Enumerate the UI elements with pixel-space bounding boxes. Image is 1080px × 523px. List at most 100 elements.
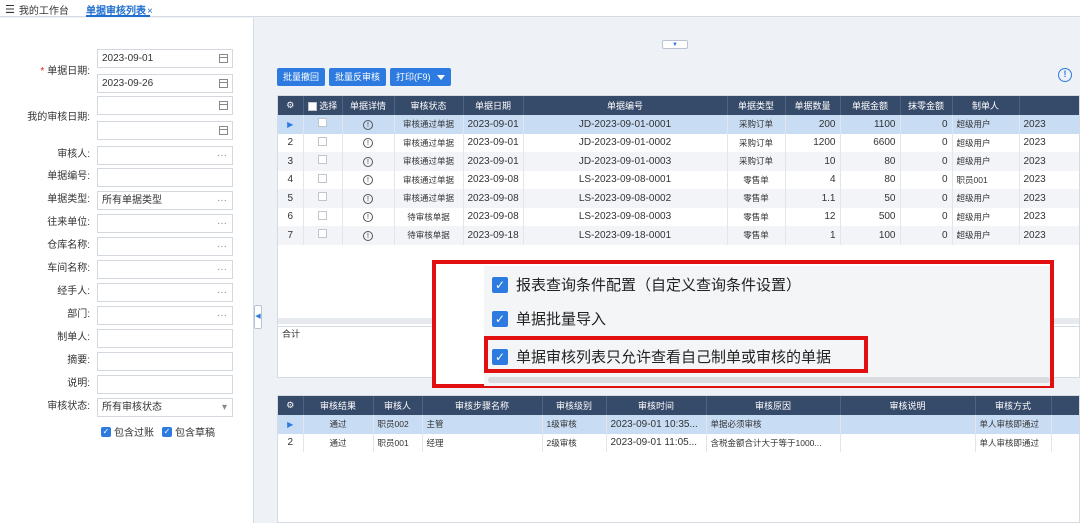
- home-tab[interactable]: ☰ 我的工作台: [5, 2, 69, 17]
- table-row[interactable]: 2! 审核通过单据 2023-09-01 JD-2023-09-01-0002 采购订单…: [278, 133, 1079, 152]
- cell-qty: 1.1: [785, 189, 841, 208]
- row-number: 6: [278, 207, 304, 226]
- checkbox-checked-icon[interactable]: ✓: [492, 276, 508, 293]
- warehouse-input[interactable]: ···: [97, 237, 233, 256]
- my-audit-date-to-input[interactable]: [97, 121, 233, 140]
- grid-settings-header[interactable]: ⚙: [278, 96, 304, 115]
- result-header[interactable]: 审核结果: [303, 396, 374, 415]
- doc-date-to-input[interactable]: 2023-09-26: [97, 74, 233, 93]
- detail-icon[interactable]: !: [342, 152, 395, 171]
- row-select-checkbox[interactable]: [303, 133, 343, 152]
- table-row[interactable]: ▶ 通过 职员002 主管 1级审核 2023-09-01 10:35... 单据必须审核 单…: [278, 415, 1079, 434]
- table-row[interactable]: 6! 待审核单据 2023-09-08 LS-2023-09-08-0003 零售单 12…: [278, 207, 1079, 226]
- cell-date: 2023-09-08: [463, 170, 524, 189]
- calendar-icon[interactable]: [219, 101, 228, 110]
- select-header[interactable]: 选择: [303, 96, 343, 115]
- detail-header[interactable]: 单据详情: [342, 96, 395, 115]
- detail-icon[interactable]: !: [342, 189, 395, 208]
- status-header[interactable]: 审核状态: [394, 96, 464, 115]
- cell-amount: 6600: [840, 133, 901, 152]
- amount-header[interactable]: 单据金额: [840, 96, 901, 115]
- summary-input[interactable]: [97, 352, 233, 371]
- expand-toggle[interactable]: ▼: [662, 40, 688, 49]
- code-header[interactable]: 单据编号: [523, 96, 728, 115]
- doc-type-input[interactable]: 所有单据类型 ···: [97, 191, 233, 210]
- row-select-checkbox[interactable]: [303, 170, 343, 189]
- workshop-input[interactable]: ···: [97, 260, 233, 279]
- table-row[interactable]: 5! 审核通过单据 2023-09-08 LS-2023-09-08-0002 零售单 1…: [278, 189, 1079, 208]
- caret-down-icon: [436, 75, 445, 81]
- batch-revoke-button[interactable]: 批量撤回: [277, 68, 326, 86]
- row-number: 3: [278, 152, 304, 171]
- round-header[interactable]: 抹零金额: [900, 96, 953, 115]
- menu-icon[interactable]: ☰: [5, 3, 15, 16]
- include-draft-checkbox[interactable]: ✓: [162, 426, 172, 437]
- cell-round: 0: [900, 189, 953, 208]
- row-select-checkbox[interactable]: [303, 115, 343, 134]
- auditor-input[interactable]: ···: [97, 146, 233, 165]
- handler-input[interactable]: ···: [97, 283, 233, 302]
- more-icon[interactable]: ···: [217, 147, 227, 164]
- time-header[interactable]: 审核时间: [606, 396, 707, 415]
- option-report-query-config[interactable]: ✓ 报表查询条件配置（自定义查询条件设置）: [492, 274, 801, 295]
- maker-input[interactable]: [97, 329, 233, 348]
- doc-date-from-input[interactable]: 2023-09-01: [97, 49, 233, 68]
- partner-input[interactable]: ···: [97, 214, 233, 233]
- audit-status-select[interactable]: 所有审核状态 ▾: [97, 398, 233, 417]
- table-row[interactable]: 3! 审核通过单据 2023-09-01 JD-2023-09-01-0003 采购订单…: [278, 152, 1079, 171]
- maker-header[interactable]: 制单人: [952, 96, 1020, 115]
- row-select-checkbox[interactable]: [303, 152, 343, 171]
- more-icon[interactable]: ···: [217, 284, 227, 301]
- calendar-icon[interactable]: [219, 126, 228, 135]
- horizontal-scrollbar[interactable]: [488, 377, 1050, 383]
- calendar-icon[interactable]: [219, 54, 228, 63]
- row-select-checkbox[interactable]: [303, 226, 343, 245]
- table-row[interactable]: 7! 待审核单据 2023-09-18 LS-2023-09-18-0001 零售单 1 1…: [278, 226, 1079, 245]
- cell-code: LS-2023-09-08-0003: [523, 207, 728, 226]
- row-select-checkbox[interactable]: [303, 189, 343, 208]
- more-icon[interactable]: ···: [217, 307, 227, 324]
- table-row[interactable]: ▶! 审核通过单据 2023-09-01 JD-2023-09-01-0001 采购订单…: [278, 115, 1079, 134]
- grid-settings-header[interactable]: ⚙: [278, 396, 304, 415]
- note-header[interactable]: 审核说明: [840, 396, 976, 415]
- print-button[interactable]: 打印(F9): [390, 68, 451, 86]
- permission-options-callout: ✓ 报表查询条件配置（自定义查询条件设置） ✓ 单据批量导入 ✓ 单据审核列表只…: [432, 260, 1054, 388]
- mode-header[interactable]: 审核方式: [975, 396, 1052, 415]
- doc-no-input[interactable]: [97, 168, 233, 187]
- calendar-icon[interactable]: [219, 79, 228, 88]
- detail-icon[interactable]: !: [342, 226, 395, 245]
- remark-input[interactable]: [97, 375, 233, 394]
- option-batch-import[interactable]: ✓ 单据批量导入: [492, 308, 606, 329]
- filler-header: [1051, 396, 1079, 415]
- info-icon[interactable]: !: [1058, 68, 1072, 82]
- type-header[interactable]: 单据类型: [727, 96, 786, 115]
- level-header[interactable]: 审核级别: [542, 396, 607, 415]
- date-header[interactable]: 单据日期: [463, 96, 524, 115]
- row-select-checkbox[interactable]: [303, 207, 343, 226]
- detail-icon[interactable]: !: [342, 170, 395, 189]
- batch-unaudit-button[interactable]: 批量反审核: [329, 68, 387, 86]
- table-row[interactable]: 4! 审核通过单据 2023-09-08 LS-2023-09-08-0001 零售单 4…: [278, 170, 1079, 189]
- qty-header[interactable]: 单据数量: [785, 96, 841, 115]
- more-icon[interactable]: ···: [217, 238, 227, 255]
- cell-status: 审核通过单据: [394, 170, 464, 189]
- more-icon[interactable]: ···: [217, 215, 227, 232]
- more-icon[interactable]: ···: [217, 192, 227, 209]
- include-posted-checkbox[interactable]: ✓: [101, 426, 111, 437]
- step-header[interactable]: 审核步骤名称: [422, 396, 543, 415]
- cell-filler: [1051, 415, 1079, 434]
- dept-input[interactable]: ···: [97, 306, 233, 325]
- chevron-down-icon[interactable]: ▾: [222, 399, 227, 416]
- detail-icon[interactable]: !: [342, 115, 395, 134]
- collapse-panel-handle[interactable]: ◀: [254, 305, 262, 329]
- reason-header[interactable]: 审核原因: [706, 396, 841, 415]
- auditor-header[interactable]: 审核人: [373, 396, 423, 415]
- checkbox-checked-icon[interactable]: ✓: [492, 310, 508, 327]
- detail-icon[interactable]: !: [342, 207, 395, 226]
- cell-round: 0: [900, 152, 953, 171]
- more-icon[interactable]: ···: [217, 261, 227, 278]
- detail-icon[interactable]: !: [342, 133, 395, 152]
- table-row[interactable]: 2 通过 职员001 经理 2级审核 2023-09-01 11:05... 含税金额合计大…: [278, 433, 1079, 452]
- my-audit-date-from-input[interactable]: [97, 96, 233, 115]
- cell-level: 1级审核: [542, 415, 607, 434]
